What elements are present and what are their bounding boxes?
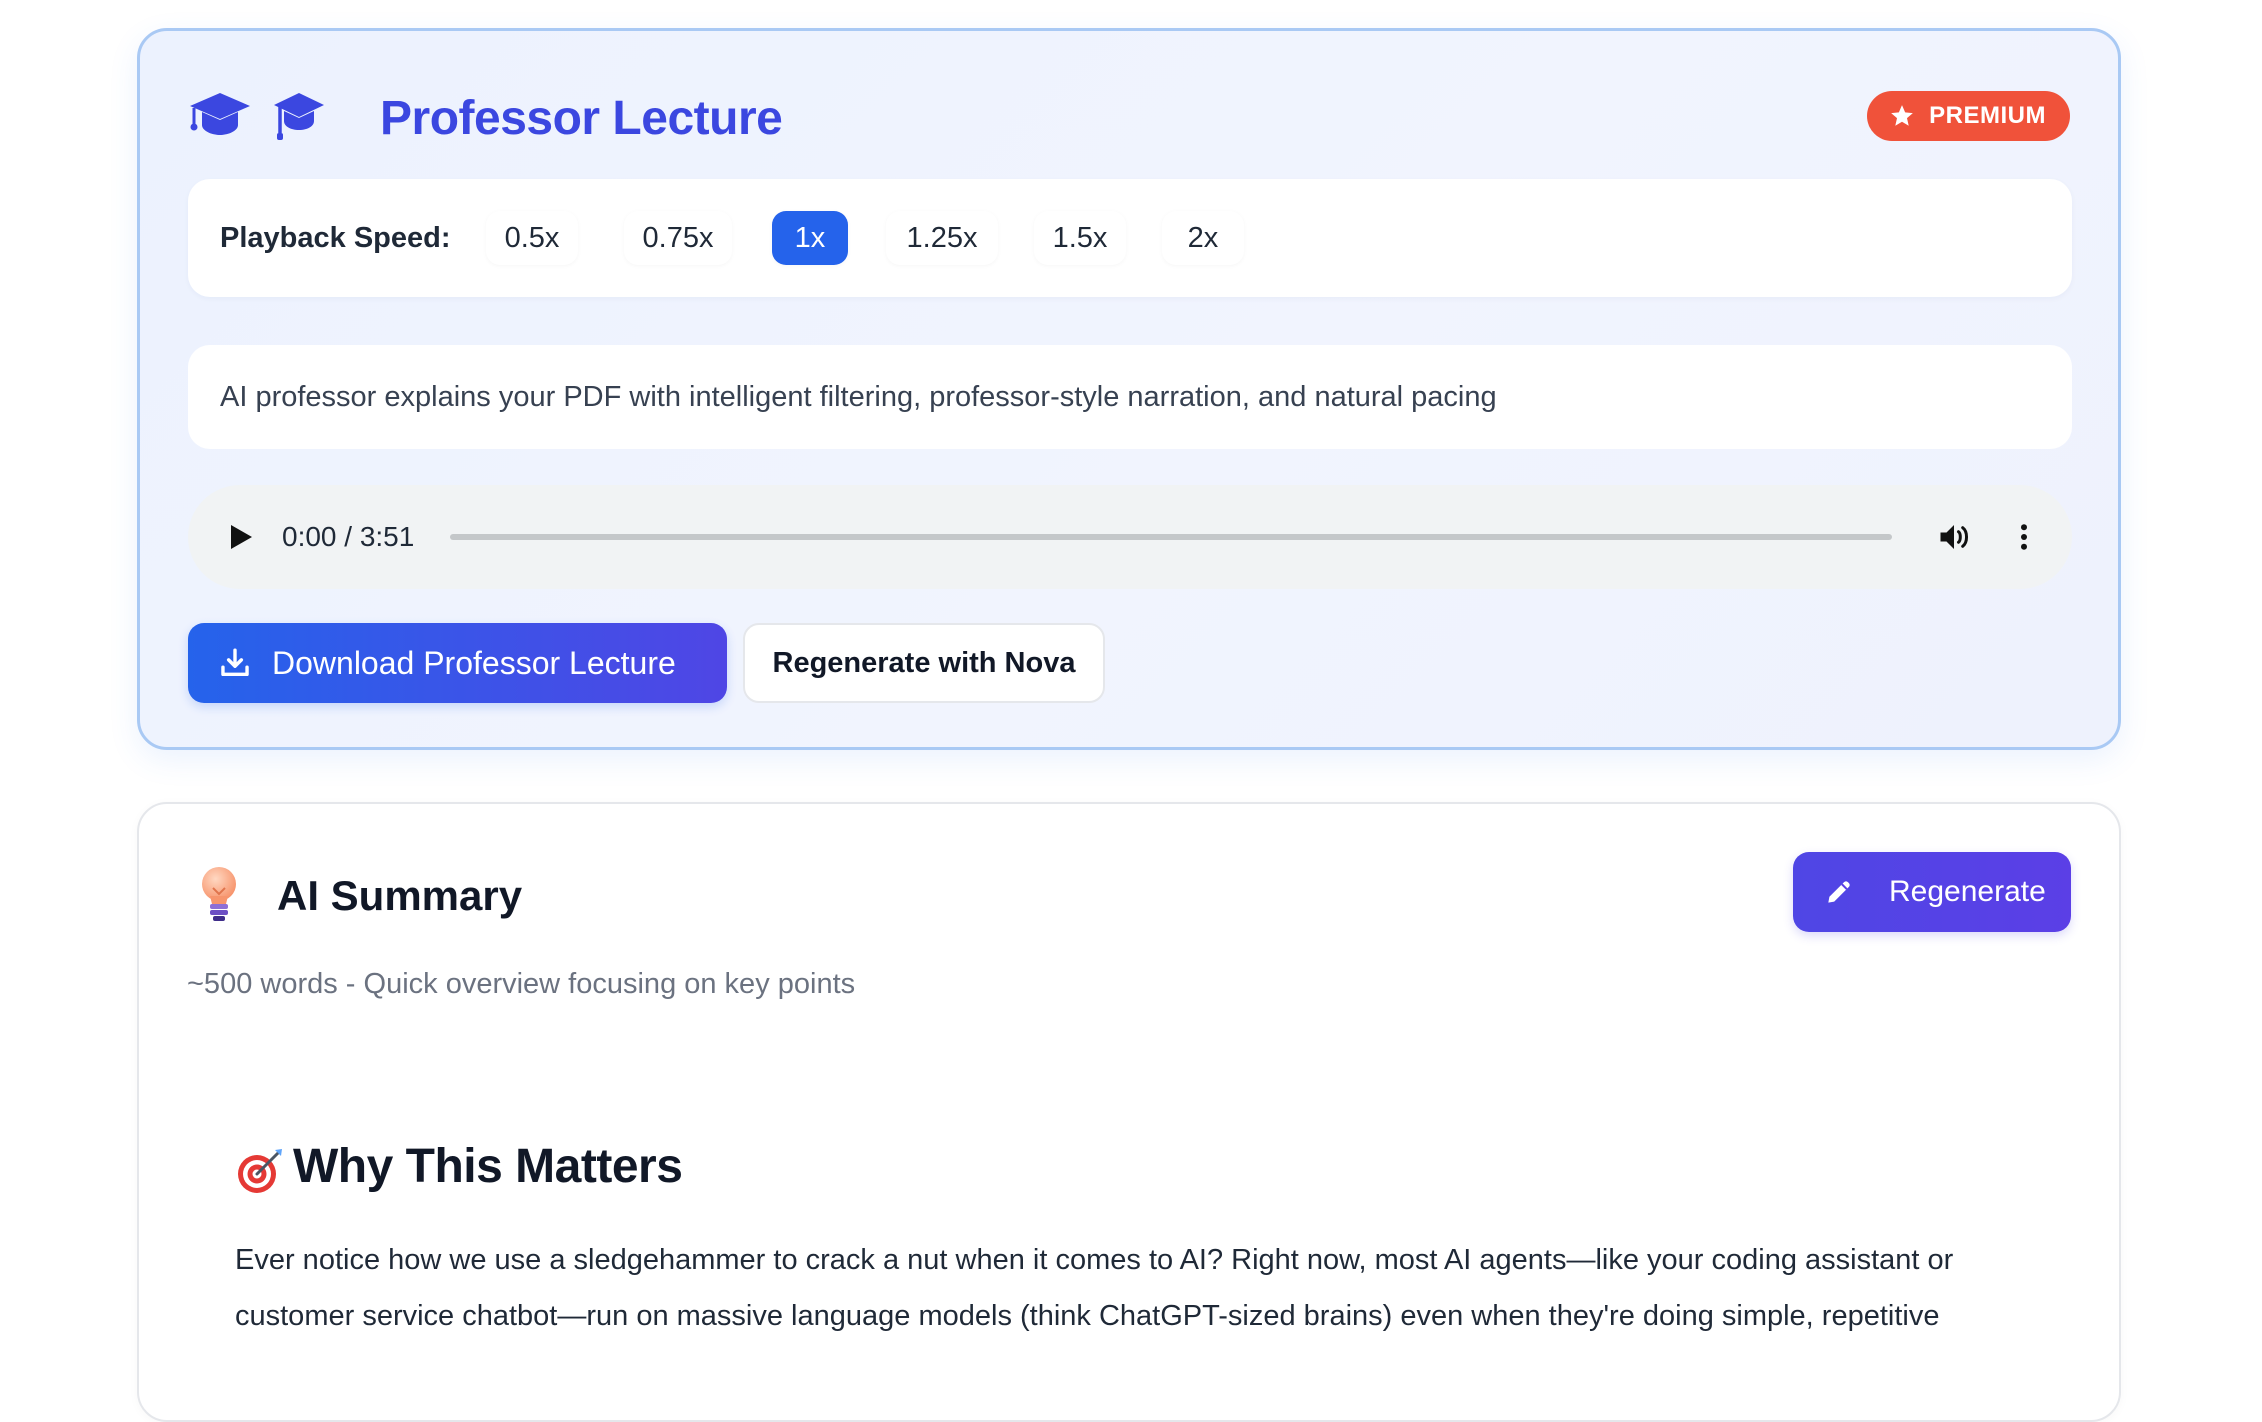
pencil-icon <box>1828 881 1850 903</box>
more-options-button[interactable] <box>2006 519 2042 555</box>
play-icon <box>231 525 252 549</box>
graduation-cap-icon <box>272 89 326 143</box>
speed-option-0-75x[interactable]: 0.75x <box>624 211 732 265</box>
speed-option-1-5x[interactable]: 1.5x <box>1034 211 1126 265</box>
target-icon <box>235 1146 285 1196</box>
ai-summary-card: AI Summary Regenerate ~500 words - Quick… <box>137 802 2121 1422</box>
summary-title: AI Summary <box>277 872 523 919</box>
download-icon <box>221 648 249 677</box>
lecture-title: Professor Lecture <box>380 92 783 145</box>
volume-icon <box>1940 525 1969 549</box>
playback-speed-label: Playback Speed: <box>220 222 451 254</box>
lightbulb-icon <box>195 864 243 924</box>
audio-progress-bar[interactable] <box>450 534 1892 540</box>
speed-option-1x[interactable]: 1x <box>772 211 848 265</box>
download-lecture-button[interactable]: Download Professor Lecture <box>188 623 727 703</box>
lecture-description: AI professor explains your PDF with inte… <box>188 345 2072 449</box>
summary-subtitle: ~500 words - Quick overview focusing on … <box>187 968 856 1000</box>
audio-player: 0:00 / 3:51 <box>188 485 2072 589</box>
more-vertical-icon <box>2021 524 2027 550</box>
speed-option-0-5x[interactable]: 0.5x <box>486 211 578 265</box>
star-icon <box>1891 105 1913 126</box>
volume-button[interactable] <box>1936 519 1972 555</box>
speed-option-2x[interactable]: 2x <box>1162 211 1244 265</box>
premium-badge-label: PREMIUM <box>1929 102 2046 129</box>
speed-option-1-25x[interactable]: 1.25x <box>886 211 998 265</box>
graduation-cap-icon <box>188 89 252 141</box>
premium-badge: PREMIUM <box>1867 91 2070 141</box>
summary-body-text: Ever notice how we use a sledgehammer to… <box>235 1244 1954 1332</box>
professor-lecture-card: Professor Lecture PREMIUM Playback Speed… <box>137 28 2121 750</box>
playback-speed-panel: Playback Speed: 0.5x 0.75x 1x 1.25x 1.5x… <box>188 179 2072 297</box>
regenerate-with-nova-button[interactable]: Regenerate with Nova <box>743 623 1105 703</box>
play-button[interactable] <box>228 523 254 551</box>
audio-time: 0:00 / 3:51 <box>282 521 415 552</box>
regenerate-summary-label: Regenerate <box>1889 875 2046 908</box>
download-lecture-label: Download Professor Lecture <box>272 644 676 681</box>
regenerate-summary-button[interactable]: Regenerate <box>1793 852 2071 932</box>
section-heading: Why This Matters <box>293 1140 683 1193</box>
lecture-card-header: Professor Lecture PREMIUM <box>188 83 2070 155</box>
